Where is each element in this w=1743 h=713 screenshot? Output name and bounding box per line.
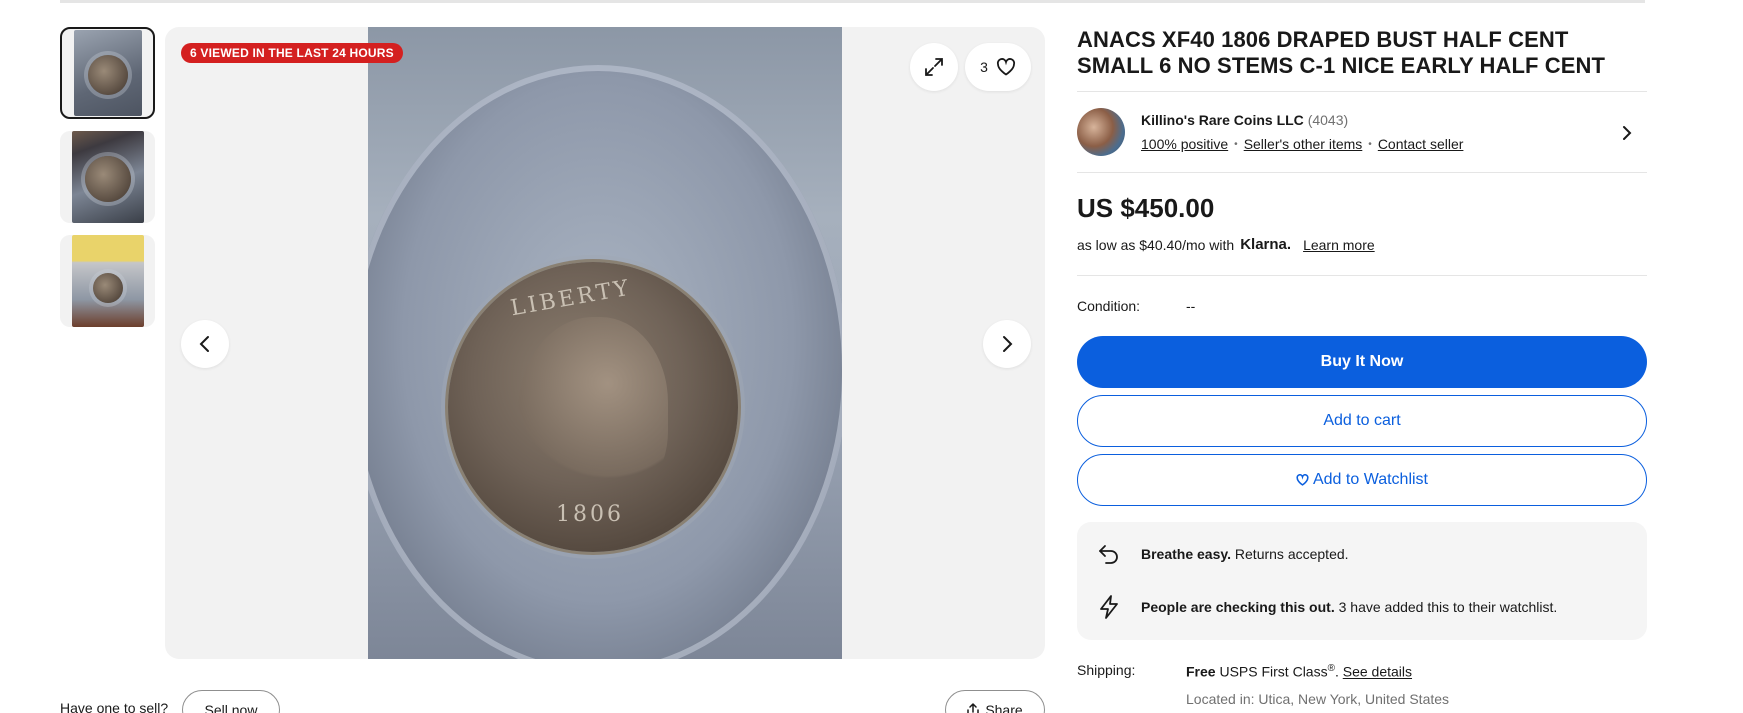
shipping-label: Shipping: <box>1077 662 1136 678</box>
klarna-financing: as low as $40.40/mo with Klarna. Learn m… <box>1077 236 1375 253</box>
coin-inscription-year: 1806 <box>556 502 624 527</box>
divider <box>1077 91 1647 92</box>
registered-mark: ® <box>1327 663 1335 674</box>
returns-text: Returns accepted. <box>1234 546 1349 562</box>
return-arrow-icon <box>1099 545 1118 564</box>
coin-photo: LIBERTY 1806 <box>368 27 842 659</box>
watch-count-button[interactable]: 3 <box>965 43 1031 91</box>
coin-thumbnail-image <box>71 131 144 223</box>
learn-more-link[interactable]: Learn more <box>1303 237 1375 253</box>
watchers-info: People are checking this out. 3 have add… <box>1097 594 1557 620</box>
divider <box>1077 172 1647 173</box>
add-to-watchlist-button[interactable]: Add to Watchlist <box>1077 454 1647 506</box>
have-one-to-sell-text: Have one to sell? <box>60 700 169 713</box>
seller-name-text: Killino's Rare Coins LLC <box>1141 112 1304 128</box>
installment-text: as low as $40.40/mo with <box>1077 236 1235 253</box>
top-divider <box>60 0 1645 3</box>
seller-name[interactable]: Killino's Rare Coins LLC (4043) <box>1141 112 1348 128</box>
main-image-viewer[interactable]: LIBERTY 1806 6 VIEWED IN THE LAST 24 HOU… <box>165 27 1045 659</box>
seller-avatar[interactable] <box>1077 108 1125 156</box>
separator-dot: • <box>1368 138 1372 150</box>
see-details-link[interactable]: See details <box>1343 664 1412 680</box>
chevron-left-icon <box>199 336 209 352</box>
add-to-watchlist-label: Add to Watchlist <box>1312 471 1428 488</box>
checking-bold: People are checking this out. <box>1141 599 1335 615</box>
shipping-service: USPS First Class <box>1219 663 1328 680</box>
returns-info: Breathe easy. Returns accepted. <box>1097 542 1349 566</box>
share-label: Share <box>985 702 1023 713</box>
item-location: Located in: Utica, New York, United Stat… <box>1186 691 1450 707</box>
listing-title: ANACS XF40 1806 DRAPED BUST HALF CENT SM… <box>1077 27 1606 78</box>
add-to-cart-button[interactable]: Add to cart <box>1077 395 1647 447</box>
previous-image-button[interactable] <box>181 320 229 368</box>
seller-other-items-link[interactable]: Seller's other items <box>1244 136 1363 152</box>
seller-feedback-count: (4043) <box>1307 112 1349 128</box>
klarna-logo: Klarna. <box>1240 236 1292 253</box>
condition-label: Condition: <box>1077 298 1141 314</box>
chevron-right-icon <box>1003 336 1013 352</box>
expand-button[interactable] <box>910 43 958 91</box>
coin-thumbnail-image <box>71 235 144 327</box>
sell-now-button[interactable]: Sell now <box>182 690 280 713</box>
share-button[interactable]: Share <box>945 690 1045 713</box>
price: US $450.00 <box>1077 193 1215 223</box>
separator-dot: • <box>1234 138 1238 150</box>
condition-value: -- <box>1186 298 1196 314</box>
thumbnail-3[interactable] <box>60 235 155 327</box>
heart-icon <box>1296 474 1309 486</box>
coin-thumbnail-image <box>73 30 142 116</box>
divider <box>1077 275 1647 276</box>
coin-bust <box>518 317 668 507</box>
returns-bold: Breathe easy. <box>1141 546 1232 562</box>
seller-details-button[interactable] <box>1622 124 1632 147</box>
lightning-icon <box>1100 595 1118 619</box>
add-to-cart-label: Add to cart <box>1323 412 1401 429</box>
coin: LIBERTY 1806 <box>448 262 738 552</box>
next-image-button[interactable] <box>983 320 1031 368</box>
info-panel: Breathe easy. Returns accepted. People a… <box>1077 522 1647 640</box>
views-badge: 6 VIEWED IN THE LAST 24 HOURS <box>181 43 403 63</box>
coin-inscription-liberty: LIBERTY <box>508 275 634 322</box>
thumbnail-2[interactable] <box>60 131 155 223</box>
buy-it-now-button[interactable]: Buy It Now <box>1077 336 1647 388</box>
share-icon <box>967 703 980 713</box>
sell-now-label: Sell now <box>204 702 258 713</box>
checking-text: 3 have added this to their watchlist. <box>1338 599 1558 615</box>
heart-icon <box>996 58 1015 76</box>
shipping-free: Free <box>1186 663 1216 680</box>
chevron-right-icon <box>1623 126 1632 140</box>
expand-icon <box>925 58 943 76</box>
seller-links: 100% positive • Seller's other items • C… <box>1141 136 1463 152</box>
buy-it-now-label: Buy It Now <box>1320 353 1404 370</box>
thumbnail-1[interactable] <box>60 27 155 119</box>
watch-count: 3 <box>980 59 988 75</box>
shipping-value: Free USPS First Class®. See details <box>1186 663 1413 680</box>
positive-feedback-link[interactable]: 100% positive <box>1141 136 1228 152</box>
contact-seller-link[interactable]: Contact seller <box>1378 136 1464 152</box>
